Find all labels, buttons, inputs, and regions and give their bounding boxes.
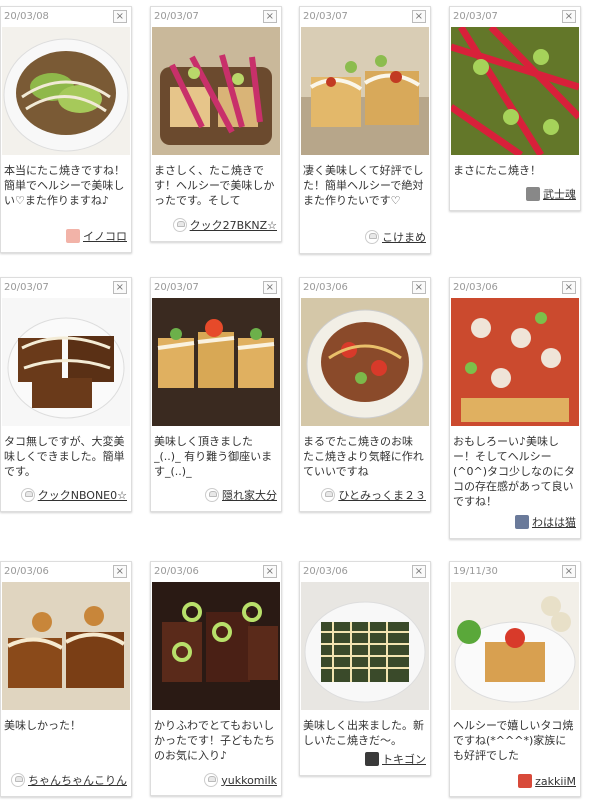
chef-hat-icon (11, 773, 25, 787)
tsukurepo-card[interactable]: 20/03/07 × タコ無しですが、大変美味しくできました。簡単です。 クックN… (0, 277, 132, 512)
author-link[interactable]: トキゴン (365, 751, 426, 767)
tsukurepo-card[interactable]: 20/03/06 × 美味しかった！ ちゃんちゃんこりん (0, 561, 132, 797)
author-name: 隠れ家大分 (222, 489, 277, 502)
dish-photo[interactable] (451, 582, 579, 710)
dish-photo[interactable] (2, 582, 130, 710)
close-button[interactable]: × (561, 565, 576, 578)
comment-text: 本当にたこ焼きですね！簡単でヘルシーで美味しい♡また作りますね♪ (4, 164, 125, 207)
tsukurepo-card[interactable]: 20/03/06 × おもしろーい♪美味しー！そしてヘルシー(^0^)タコ少しなの… (449, 277, 581, 539)
author-name: yukkomilk (221, 773, 277, 787)
chef-hat-icon (365, 230, 379, 244)
dish-photo[interactable] (152, 298, 280, 426)
close-button[interactable]: × (112, 10, 127, 23)
close-button[interactable]: × (112, 565, 127, 578)
tsukurepo-card[interactable]: 20/03/07 × まさにたこ焼き！ 武士魂 (449, 6, 581, 211)
card-date: 20/03/06 (154, 566, 199, 577)
author-name: トキゴン (382, 753, 426, 766)
author-link[interactable]: ひとみっくま２３ (321, 487, 426, 503)
author-name: クック27BKNZ☆ (189, 219, 277, 232)
chef-hat-icon (204, 773, 219, 787)
chef-hat-icon (321, 488, 336, 502)
dish-photo[interactable] (451, 27, 579, 155)
author-avatar-icon (365, 752, 379, 766)
comment-text: 凄く美味しくて好評でした！簡単ヘルシーで絶対また作りたいです♡ (303, 164, 424, 207)
card-date: 20/03/06 (453, 282, 498, 293)
comment-text: おもしろーい♪美味しー！そしてヘルシー(^0^)タコ少しなのにタコの存在感があっ… (453, 435, 576, 508)
author-name: 武士魂 (543, 188, 576, 201)
close-button[interactable]: × (262, 565, 277, 578)
dish-photo[interactable] (301, 27, 429, 155)
author-avatar-icon (526, 187, 540, 201)
author-link[interactable]: zakkiiM (518, 774, 576, 788)
close-button[interactable]: × (411, 281, 426, 294)
author-avatar-icon (518, 774, 533, 788)
author-name: ひとみっくま２３ (338, 489, 426, 502)
close-button[interactable]: × (561, 10, 576, 23)
close-button[interactable]: × (411, 565, 426, 578)
dish-photo[interactable] (152, 582, 280, 710)
author-name: ちゃんちゃんこりん (28, 774, 127, 787)
card-date: 20/03/06 (4, 566, 49, 577)
card-date: 20/03/07 (303, 11, 348, 22)
author-name: わはは猫 (532, 516, 576, 529)
author-link[interactable]: イノコロ (66, 228, 127, 244)
card-date: 20/03/07 (4, 282, 49, 293)
author-name: こけまめ (382, 231, 426, 244)
tsukurepo-card[interactable]: 20/03/07 × 凄く美味しくて好評でした！簡単ヘルシーで絶対また作りたいです… (299, 6, 431, 254)
card-date: 20/03/06 (303, 566, 348, 577)
tsukurepo-card[interactable]: 20/03/07 × 美味しく頂きました_(..)_ 有り難う御座います_(..)… (150, 277, 282, 512)
author-link[interactable]: クック27BKNZ☆ (172, 217, 277, 233)
comment-text: まさしく、たこ焼きです！ヘルシーで美味しかったです。そして (154, 164, 275, 207)
dish-photo[interactable] (2, 298, 130, 426)
author-link[interactable]: 隠れ家大分 (205, 487, 277, 503)
author-link[interactable]: 武士魂 (526, 186, 576, 202)
author-avatar-icon (515, 515, 529, 529)
close-button[interactable]: × (411, 10, 426, 23)
chef-hat-icon (20, 488, 35, 502)
tsukurepo-card[interactable]: 20/03/06 × 美味しく出来ました。新しいたこ焼きだ〜。 トキゴン (299, 561, 431, 776)
card-date: 20/03/06 (303, 282, 348, 293)
author-link[interactable]: わはは猫 (515, 514, 576, 530)
close-button[interactable]: × (112, 281, 127, 294)
card-date: 20/03/07 (154, 11, 199, 22)
tsukurepo-card[interactable]: 19/11/30 × ヘルシーで嬉しいタコ焼ですね(*^^^*)家族にも好評でした… (449, 561, 581, 797)
author-name: zakkiiM (535, 774, 576, 788)
dish-photo[interactable] (451, 298, 579, 426)
comment-text: 美味しく出来ました。新しいたこ焼きだ〜。 (303, 719, 424, 747)
dish-photo[interactable] (152, 27, 280, 155)
close-button[interactable]: × (262, 281, 277, 294)
author-avatar-icon (66, 229, 80, 243)
author-link[interactable]: yukkomilk (204, 773, 277, 787)
chef-hat-icon (205, 488, 219, 502)
tsukurepo-card[interactable]: 20/03/08 × 本当にたこ焼きですね！簡単でヘルシーで美味しい♡また作ります… (0, 6, 132, 253)
comment-text: 美味しかった！ (4, 719, 81, 732)
comment-text: ヘルシーで嬉しいタコ焼ですね(*^^^*)家族にも好評でした (453, 719, 574, 762)
author-link[interactable]: クックNBONE0☆ (20, 487, 127, 503)
comment-text: かりふわでとてもおいしかったです！子どもたちのお気に入り♪ (154, 719, 275, 762)
card-date: 19/11/30 (453, 566, 498, 577)
close-button[interactable]: × (262, 10, 277, 23)
card-date: 20/03/08 (4, 11, 49, 22)
author-link[interactable]: こけまめ (365, 229, 426, 245)
card-date: 20/03/07 (453, 11, 498, 22)
author-link[interactable]: ちゃんちゃんこりん (11, 772, 127, 788)
dish-photo[interactable] (301, 298, 429, 426)
chef-hat-icon (172, 218, 187, 232)
author-name: クックNBONE0☆ (37, 489, 127, 502)
tsukurepo-card[interactable]: 20/03/06 × まるでたこ焼きのお味 たこ焼きより気軽に作れていいですね ひ… (299, 277, 431, 512)
tsukurepo-card[interactable]: 20/03/07 × まさしく、たこ焼きです！ヘルシーで美味しかったです。そして … (150, 6, 282, 242)
tsukurepo-card[interactable]: 20/03/06 × かりふわでとてもおいしかったです！子どもたちのお気に入り♪ … (150, 561, 282, 796)
close-button[interactable]: × (561, 281, 576, 294)
dish-photo[interactable] (301, 582, 429, 710)
author-name: イノコロ (83, 230, 127, 243)
dish-photo[interactable] (2, 27, 130, 155)
card-date: 20/03/07 (154, 282, 199, 293)
